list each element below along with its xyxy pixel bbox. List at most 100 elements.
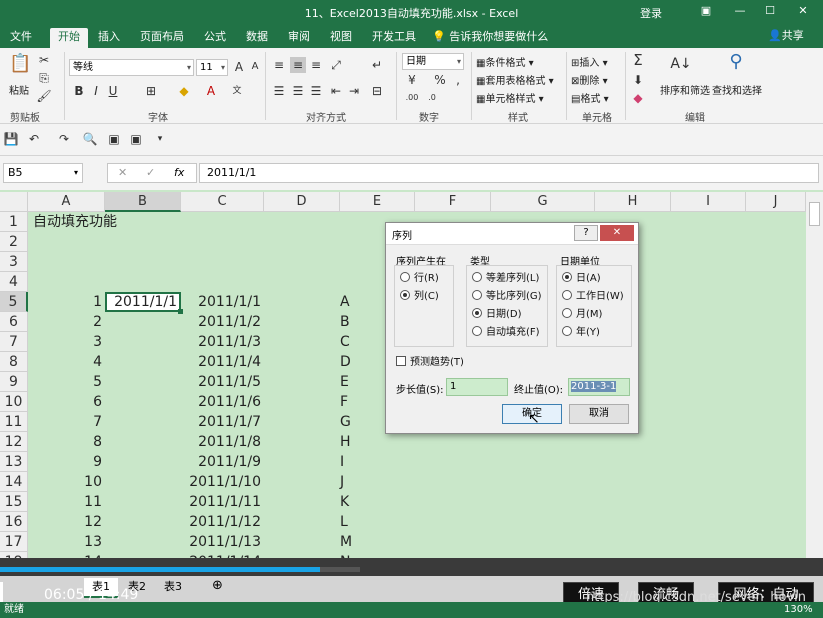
ribbon-display-icon[interactable]: ▣ [698, 3, 714, 19]
table-cell[interactable]: 13 [28, 532, 102, 552]
video-progress-bar[interactable] [0, 567, 320, 572]
table-cell[interactable]: K [340, 492, 360, 512]
borders-icon[interactable]: ⊞ [143, 83, 159, 99]
fill-handle[interactable] [178, 309, 183, 314]
add-sheet-icon[interactable]: ⊕ [212, 578, 223, 593]
table-cell[interactable]: 6 [28, 392, 102, 412]
table-cell[interactable]: E [340, 372, 360, 392]
step-input[interactable]: 1 [446, 378, 508, 396]
tab-insert[interactable]: 插入 [94, 28, 124, 48]
decrease-decimal-icon[interactable]: .0 [424, 90, 440, 106]
comma-icon[interactable]: , [450, 72, 466, 88]
table-cell[interactable]: 7 [28, 412, 102, 432]
table-cell[interactable]: 2011/1/2 [181, 312, 261, 332]
row-header[interactable]: 8 [0, 352, 28, 372]
column-header-i[interactable]: I [671, 192, 746, 212]
align-left-icon[interactable]: ☰ [271, 83, 287, 99]
cancel-button[interactable]: 取消 [569, 404, 629, 424]
table-cell[interactable]: 2011/1/13 [181, 532, 261, 552]
paste-icon[interactable]: 📋 [9, 55, 31, 80]
dialog-close-button[interactable]: ✕ [600, 225, 634, 241]
trend-checkbox[interactable]: 预测趋势(T) [396, 355, 464, 371]
cancel-entry-icon[interactable]: ✕ [118, 166, 127, 179]
format-as-table-button[interactable]: ▦套用表格格式 ▾ [476, 72, 554, 87]
radio-column[interactable]: 列(C) [400, 289, 439, 305]
column-header-e[interactable]: E [340, 192, 415, 212]
font-name-combo[interactable]: 等线 ▾ [69, 59, 194, 76]
orientation-icon[interactable]: ⤢ [328, 57, 344, 73]
italic-icon[interactable]: I [88, 83, 104, 99]
cell-styles-button[interactable]: ▦单元格样式 ▾ [476, 90, 544, 105]
row-header[interactable]: 3 [0, 252, 28, 272]
row-header[interactable]: 14 [0, 472, 28, 492]
camera-icon[interactable]: ▣ [128, 131, 144, 147]
undo-icon[interactable]: ↶ [26, 131, 42, 147]
decrease-font-icon[interactable]: A [247, 59, 263, 75]
align-top-icon[interactable]: ≡ [271, 57, 287, 73]
column-header-b[interactable]: B [105, 192, 181, 212]
row-header[interactable]: 17 [0, 532, 28, 552]
currency-icon[interactable]: ¥ [404, 72, 420, 88]
table-cell[interactable]: A [340, 292, 360, 312]
radio-date[interactable]: 日期(D) [472, 307, 522, 323]
table-cell[interactable]: 5 [28, 372, 102, 392]
save-icon[interactable]: 💾 [3, 131, 19, 147]
row-header[interactable]: 13 [0, 452, 28, 472]
play-pause-icon[interactable] [0, 582, 3, 604]
align-right-icon[interactable]: ☰ [308, 83, 324, 99]
conditional-format-button[interactable]: ▦条件格式 ▾ [476, 54, 534, 69]
print-preview-icon[interactable]: 🔍 [82, 131, 98, 147]
table-cell[interactable]: 11 [28, 492, 102, 512]
sort-filter-icon[interactable]: A↓ [670, 56, 692, 78]
font-size-combo[interactable]: 11 ▾ [196, 59, 228, 76]
radio-month[interactable]: 月(M) [562, 307, 602, 323]
radio-linear[interactable]: 等差序列(L) [472, 271, 539, 287]
row-header[interactable]: 2 [0, 232, 28, 252]
table-cell[interactable]: D [340, 352, 360, 372]
table-cell[interactable]: 2011/1/10 [181, 472, 261, 492]
autosum-icon[interactable]: Σ [630, 52, 646, 68]
tab-file[interactable]: 文件 [6, 28, 36, 48]
table-cell[interactable]: 8 [28, 432, 102, 452]
radio-weekday[interactable]: 工作日(W) [562, 289, 624, 305]
clear-icon[interactable]: ◆ [630, 90, 646, 106]
table-cell[interactable]: H [340, 432, 360, 452]
fill-color-icon[interactable]: ◆ [176, 83, 192, 99]
table-cell[interactable]: 2011/1/7 [181, 412, 261, 432]
form-icon[interactable]: ▣ [106, 131, 122, 147]
increase-decimal-icon[interactable]: .00 [404, 90, 420, 106]
tab-review[interactable]: 审阅 [284, 28, 314, 48]
insert-function-icon[interactable]: fx [174, 166, 184, 179]
column-header-h[interactable]: H [595, 192, 671, 212]
row-header[interactable]: 10 [0, 392, 28, 412]
fill-icon[interactable]: ⬇ [630, 72, 646, 88]
tab-developer[interactable]: 开发工具 [368, 28, 420, 48]
column-header-c[interactable]: C [181, 192, 264, 212]
table-cell[interactable]: 2011/1/8 [181, 432, 261, 452]
column-header-a[interactable]: A [28, 192, 105, 212]
radio-growth[interactable]: 等比序列(G) [472, 289, 542, 305]
table-cell[interactable]: 2011/1/4 [181, 352, 261, 372]
tell-me-box[interactable]: 💡 告诉我你想要做什么 [432, 28, 548, 44]
font-color-icon[interactable]: A [203, 83, 219, 99]
copy-icon[interactable]: ⎘ [36, 70, 52, 86]
vertical-scrollbar[interactable] [806, 192, 823, 558]
indent-decrease-icon[interactable]: ⇤ [328, 83, 344, 99]
indent-increase-icon[interactable]: ⇥ [346, 83, 362, 99]
find-select-label[interactable]: 查找和选择 [712, 82, 762, 97]
column-header-j[interactable]: J [746, 192, 806, 212]
align-bottom-icon[interactable]: ≡ [308, 57, 324, 73]
confirm-entry-icon[interactable]: ✓ [146, 166, 155, 179]
table-cell[interactable]: 2011/1/6 [181, 392, 261, 412]
tab-home[interactable]: 开始 [50, 28, 88, 48]
active-cell-b5[interactable]: 2011/1/1 [105, 292, 181, 312]
table-cell[interactable]: G [340, 412, 360, 432]
row-header[interactable]: 1 [0, 212, 28, 232]
help-button[interactable]: ? [574, 225, 598, 241]
cut-icon[interactable]: ✂ [36, 52, 52, 68]
table-cell[interactable]: 2011/1/5 [181, 372, 261, 392]
table-cell[interactable]: 4 [28, 352, 102, 372]
table-cell[interactable]: M [340, 532, 360, 552]
align-middle-icon[interactable]: ≡ [290, 57, 306, 73]
find-select-icon[interactable]: ⚲ [724, 53, 748, 78]
